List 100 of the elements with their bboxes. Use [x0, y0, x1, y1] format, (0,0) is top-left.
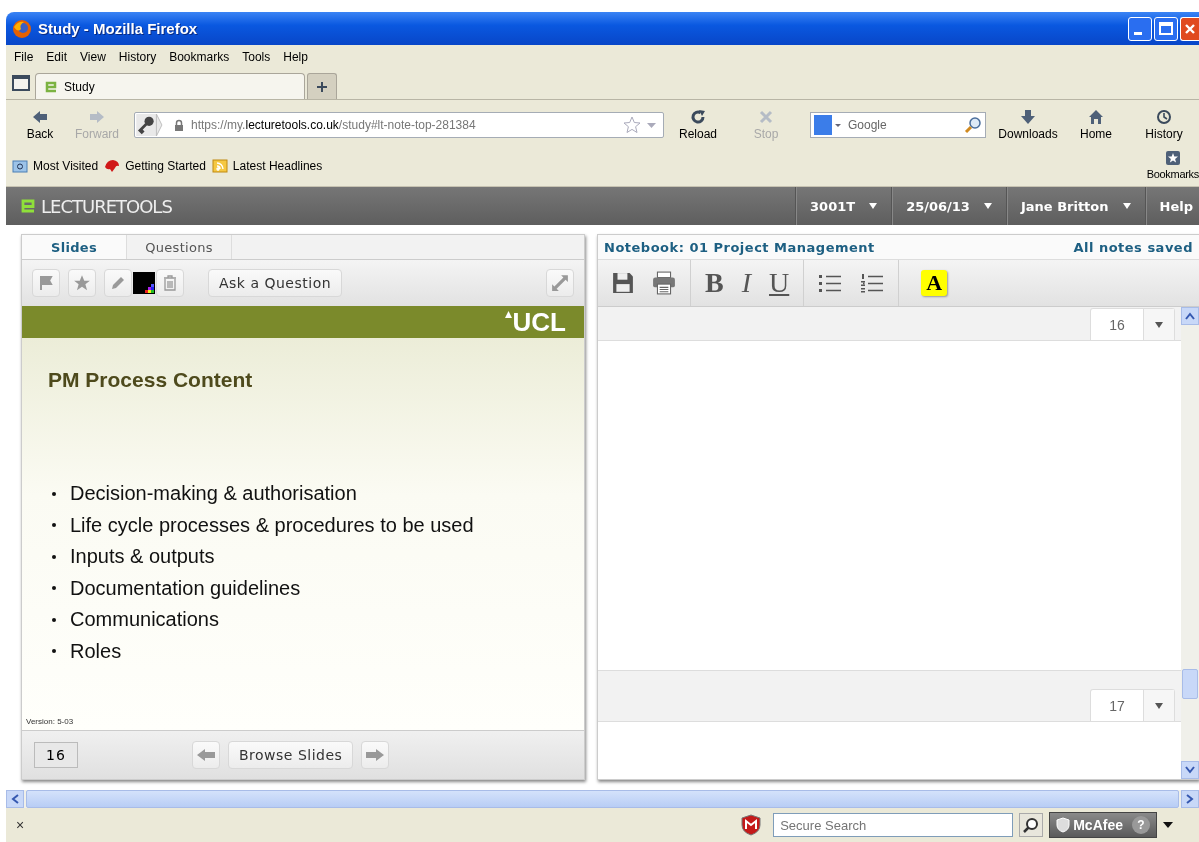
up-caret-icon[interactable] — [1185, 312, 1195, 320]
star-icon — [73, 274, 91, 292]
triangle-icon — [504, 311, 512, 318]
panel-tab[interactable]: Questions — [127, 235, 232, 259]
arrow-icon — [32, 109, 48, 125]
bookmark-item[interactable]: Getting Started — [104, 158, 206, 174]
ask-question-button[interactable]: Ask a Question — [208, 269, 343, 297]
reload-icon — [690, 109, 706, 125]
lock-icon — [174, 119, 184, 131]
vertical-scrollbar[interactable] — [1181, 307, 1199, 779]
secure-search-field[interactable]: Secure Search — [773, 813, 1014, 837]
bullet-point: Decision-making & authorisation — [48, 478, 558, 510]
right-arrow-icon — [365, 748, 386, 762]
caret-icon — [1122, 203, 1131, 209]
page-select[interactable]: 16 — [1090, 308, 1175, 340]
toolbar-button[interactable]: Downloads — [994, 109, 1062, 141]
caret-icon — [1155, 321, 1163, 328]
highlight-button[interactable]: A — [921, 270, 948, 296]
bookmark-item[interactable]: Most Visited — [12, 158, 99, 174]
app-logo[interactable]: LECTURETOOLS — [20, 195, 172, 217]
numbered-list-icon[interactable] — [860, 273, 885, 293]
previous-button[interactable] — [192, 741, 220, 769]
browser-tab[interactable]: Study — [35, 73, 305, 99]
key-icon[interactable] — [135, 114, 165, 136]
feed-icon — [211, 158, 228, 174]
menu-item[interactable]: Edit — [46, 50, 68, 64]
version-label: Version: 5-03 — [26, 717, 74, 726]
star-button[interactable] — [68, 269, 96, 297]
minimize-button[interactable] — [1128, 16, 1152, 41]
menu-item[interactable]: View — [80, 50, 106, 64]
menu-item[interactable]: Bookmarks — [169, 50, 230, 64]
print-icon[interactable] — [652, 271, 676, 295]
browse-slides-button[interactable]: Browse Slides — [228, 741, 354, 769]
close-addon-bar-button[interactable]: × — [16, 817, 25, 833]
bird-icon — [104, 158, 121, 174]
menu-item[interactable]: File — [14, 50, 34, 64]
window-title: Study - Mozilla Firefox — [38, 20, 198, 37]
bookmark-item[interactable]: Latest Headlines — [211, 158, 323, 174]
trash-icon — [162, 275, 178, 291]
menu-item[interactable]: Help — [283, 50, 308, 64]
bullet-point: Communications — [48, 604, 558, 636]
search-icon[interactable] — [964, 116, 982, 134]
close-button[interactable] — [1180, 16, 1199, 41]
bullet-point: Roles — [48, 635, 558, 667]
save-icon[interactable] — [612, 272, 634, 294]
browser-logo-icon — [12, 18, 32, 39]
right-caret-icon[interactable] — [1186, 794, 1194, 804]
expand-button[interactable] — [546, 269, 574, 297]
star-icon — [1164, 150, 1181, 166]
slide-brand: UCL — [512, 309, 566, 335]
home-icon — [1088, 109, 1104, 125]
toolbar-button[interactable]: History — [1130, 109, 1198, 141]
close-icon — [758, 109, 774, 125]
save-status: All notes saved — [1073, 239, 1193, 255]
folder-icon — [12, 158, 28, 174]
page-select[interactable]: 17 — [1090, 689, 1175, 721]
site-icon — [44, 79, 58, 94]
expand-icon — [551, 274, 569, 292]
down-arrow-icon — [1020, 109, 1036, 125]
format-button[interactable]: U — [769, 269, 790, 297]
search-button[interactable] — [1019, 813, 1044, 837]
bullet-list-icon[interactable] — [818, 273, 843, 293]
format-button[interactable]: I — [741, 269, 751, 297]
flag-button[interactable] — [32, 269, 60, 297]
menu-item[interactable]: Tools — [242, 50, 271, 64]
url-field[interactable]: https://my.lecturetools.co.uk/study#lt-note-top-281384 — [134, 112, 664, 138]
nav-button[interactable]: Reload — [664, 109, 732, 141]
new-tab-button[interactable] — [307, 73, 337, 99]
left-arrow-icon — [196, 748, 216, 762]
star-icon[interactable] — [623, 116, 659, 134]
url-text: https://my.lecturetools.co.uk/study#lt-note-top-281384 — [191, 118, 476, 132]
maximize-button[interactable] — [1154, 16, 1178, 41]
color-palette-icon[interactable] — [133, 272, 155, 294]
clock-icon — [1156, 109, 1172, 125]
slide-number-field[interactable]: 16 — [34, 742, 78, 768]
search-field[interactable]: Google — [810, 112, 986, 138]
menu-item[interactable]: History — [118, 50, 157, 64]
down-caret-icon[interactable] — [1185, 766, 1195, 774]
brand-label: McAfee — [1073, 817, 1123, 833]
plus-icon — [316, 80, 328, 93]
toolbar-button[interactable]: Home — [1062, 109, 1130, 141]
search-engine-icon[interactable] — [814, 115, 844, 135]
scroll-thumb[interactable] — [1182, 669, 1198, 699]
horizontal-scrollbar[interactable] — [6, 790, 1199, 808]
left-caret-icon[interactable] — [11, 794, 19, 804]
next-button[interactable] — [361, 741, 390, 769]
shield-icon[interactable] — [741, 814, 762, 836]
search-icon — [1023, 817, 1040, 833]
mcafee-button[interactable]: McAfee ? — [1049, 812, 1157, 838]
caret-icon — [1155, 702, 1163, 709]
nav-button[interactable]: Back — [16, 109, 64, 141]
bullet-point: Documentation guidelines — [48, 572, 558, 604]
tab-label: Study — [64, 79, 95, 94]
panel-tab[interactable]: Slides — [22, 235, 127, 259]
arrow-icon — [89, 109, 105, 125]
format-button[interactable]: B — [705, 269, 724, 297]
tab-groups-icon[interactable] — [12, 75, 30, 91]
pencil-icon — [110, 275, 126, 291]
dropdown-arrow-icon[interactable] — [1163, 822, 1173, 828]
bookmarks-button[interactable]: Bookmarks — [1146, 150, 1199, 180]
